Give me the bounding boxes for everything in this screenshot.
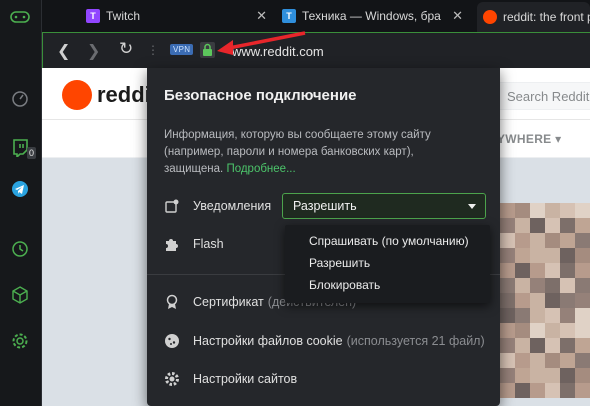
dropdown-option[interactable]: Блокировать [285,275,490,297]
reload-icon[interactable]: ↻ [119,39,133,59]
pixelated-image [500,203,590,403]
popup-description: Информация, которую вы сообщаете этому с… [164,127,464,178]
tab-reddit[interactable]: reddit: the front p [477,2,590,32]
dropdown-option[interactable]: Разрешить [285,253,490,275]
chevron-down-icon [468,204,476,209]
reddit-icon [483,10,497,24]
game-controller-icon[interactable] [9,6,31,28]
settings-icon[interactable] [9,330,31,352]
speed-dial-icon[interactable] [9,88,31,110]
gear-icon [164,371,180,387]
address-toolbar: ❮ ❯ ↻ ⋮ VPN www.reddit.com [42,31,590,68]
cookies-row[interactable]: Настройки файлов cookie (используется 21… [164,333,485,349]
dropdown-option[interactable]: Спрашивать (по умолчанию) [285,231,490,253]
flash-row: Flash [164,236,224,252]
certificate-label: Сертификат [193,295,264,309]
browser-window: 0 T Twitch ✕ T Техника — Windows, бра ✕ … [0,0,590,406]
description-text: Информация, которую вы сообщаете этому с… [164,129,431,175]
forward-icon[interactable]: ❯ [87,41,100,61]
site-settings-row[interactable]: Настройки сайтов [164,371,297,387]
notifications-row: Уведомления [164,198,271,214]
reddit-logo-icon[interactable] [62,80,92,110]
tab-label: Техника — Windows, бра [302,9,441,23]
certificate-icon [164,294,180,310]
speed-dial-grid-icon[interactable]: ⋮ [147,43,159,57]
puzzle-icon [164,236,180,252]
notifications-label: Уведомления [193,199,272,213]
cookies-status: (используется 21 файл) [346,334,485,348]
tab-twitch[interactable]: T Twitch ✕ [86,4,271,28]
sidebar: 0 [0,0,42,406]
back-icon[interactable]: ❮ [57,41,70,61]
notifications-dropdown-list: Спрашивать (по умолчанию) Разрешить Блок… [285,225,490,303]
close-icon[interactable]: ✕ [452,8,463,24]
extensions-icon[interactable] [9,284,31,306]
tab-technika[interactable]: T Техника — Windows, бра ✕ [282,4,467,28]
tab-strip: T Twitch ✕ T Техника — Windows, бра ✕ re… [42,0,590,32]
history-icon[interactable] [9,238,31,260]
reddit-wordmark[interactable]: reddi [97,82,151,108]
notifications-select[interactable]: Разрешить [282,193,486,219]
everywhere-dropdown[interactable]: YWHERE ▾ [497,132,561,146]
annotation-arrow-icon [217,31,306,55]
reddit-search-input[interactable]: Search Reddit [494,82,590,110]
notification-icon [164,198,180,214]
twitch-icon: T [86,9,100,23]
notifications-value: Разрешить [293,199,357,213]
telegram-icon[interactable] [9,178,31,200]
tab-label: reddit: the front p [503,10,590,24]
notification-badge: 0 [27,147,37,159]
tab-label: Twitch [106,9,141,23]
cookies-label: Настройки файлов cookie [193,334,343,348]
site-settings-label: Настройки сайтов [193,372,298,386]
popup-title: Безопасное подключение [164,87,357,104]
close-icon[interactable]: ✕ [256,8,267,24]
vpn-badge[interactable]: VPN [170,44,194,55]
flash-label: Flash [193,237,224,251]
telegraph-icon: T [282,9,296,23]
cookie-icon [164,333,180,349]
more-link[interactable]: Подробнее... [226,163,295,175]
